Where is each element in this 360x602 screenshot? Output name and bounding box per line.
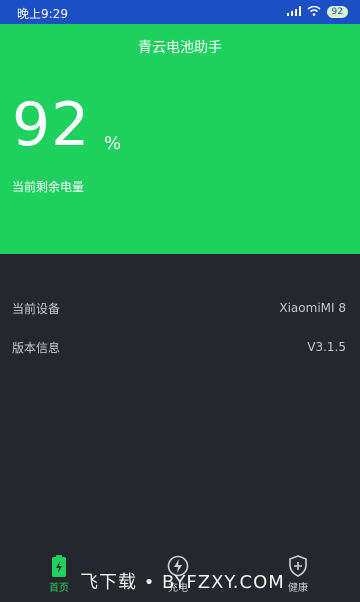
version-row: 版本信息 V3.1.5 bbox=[12, 337, 346, 357]
status-time: 晚上9:29 bbox=[17, 7, 68, 21]
device-value: XiaomiMI 8 bbox=[279, 301, 346, 315]
battery-unit: % bbox=[104, 133, 122, 154]
watermark: 飞下载 • BYFZXY.COM bbox=[80, 572, 285, 593]
version-label: 版本信息 bbox=[12, 340, 61, 355]
device-label: 当前设备 bbox=[12, 301, 61, 316]
status-icons: 92 bbox=[286, 5, 348, 19]
battery-label: 当前剩余电量 bbox=[12, 180, 85, 194]
device-row: 当前设备 XiaomiMI 8 bbox=[12, 298, 346, 318]
shield-plus-icon bbox=[287, 555, 309, 577]
wave-divider bbox=[0, 200, 360, 250]
app-title: 青云电池助手 bbox=[138, 40, 222, 56]
version-value: V3.1.5 bbox=[307, 340, 346, 354]
signal-icon bbox=[286, 5, 301, 19]
status-bar: 晚上9:29 92 bbox=[0, 0, 360, 24]
wifi-icon bbox=[307, 5, 321, 19]
status-battery: 92 bbox=[326, 6, 348, 18]
battery-level: 92 bbox=[12, 90, 91, 160]
app-screen: 晚上9:29 92 青云电池助手 92 % 当前剩余电量 当前设备 Xiaomi… bbox=[0, 0, 360, 602]
battery-icon bbox=[48, 555, 70, 577]
